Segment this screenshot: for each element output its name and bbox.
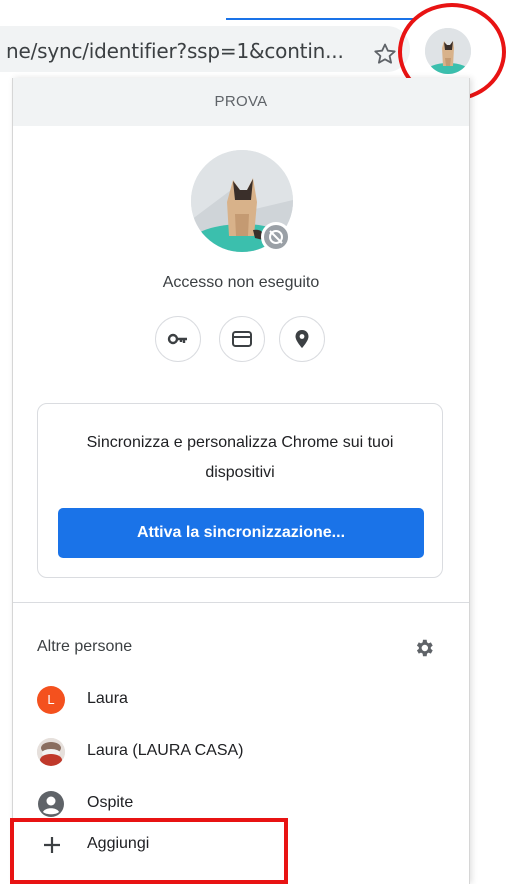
payment-methods-button[interactable] [219,316,265,362]
menu-header: PROVA [13,78,469,126]
address-bar-url[interactable]: ne/sync/identifier?ssp=1&contin... [6,39,344,63]
star-icon[interactable] [373,42,397,66]
sync-promo-text: Sincronizza e personalizza Chrome sui tu… [86,434,394,481]
key-icon [167,333,187,345]
photo-avatar-icon [37,738,65,766]
person-row-laura-casa[interactable]: Laura (LAURA CASA) [13,730,469,774]
profile-name: PROVA [214,93,268,110]
letter-avatar: L [37,686,65,714]
gear-icon[interactable] [413,637,435,659]
other-people-heading: Altre persone [37,638,133,655]
section-divider [13,602,469,603]
sync-paused-badge [261,222,291,252]
addresses-button[interactable] [279,316,325,362]
credit-card-icon [232,331,252,347]
sync-off-icon [269,230,283,244]
location-pin-icon [295,330,309,348]
sync-promo-card: Sincronizza e personalizza Chrome sui tu… [37,403,443,578]
profile-menu: PROVA Accesso non eseguito Sincronizza e… [12,78,470,884]
annotation-rectangle [10,818,288,884]
person-name: Laura [87,690,128,707]
person-name: Ospite [87,794,134,811]
photo-avatar [37,738,65,766]
guest-person-icon [38,791,64,817]
sign-in-status: Accesso non eseguito [162,274,320,291]
person-name: Laura (LAURA CASA) [87,742,244,759]
turn-on-sync-button[interactable]: Attiva la sincronizzazione... [58,508,424,558]
person-row-laura[interactable]: L Laura [13,678,469,722]
address-bar[interactable]: ne/sync/identifier?ssp=1&contin... [0,26,410,72]
passwords-button[interactable] [155,316,201,362]
